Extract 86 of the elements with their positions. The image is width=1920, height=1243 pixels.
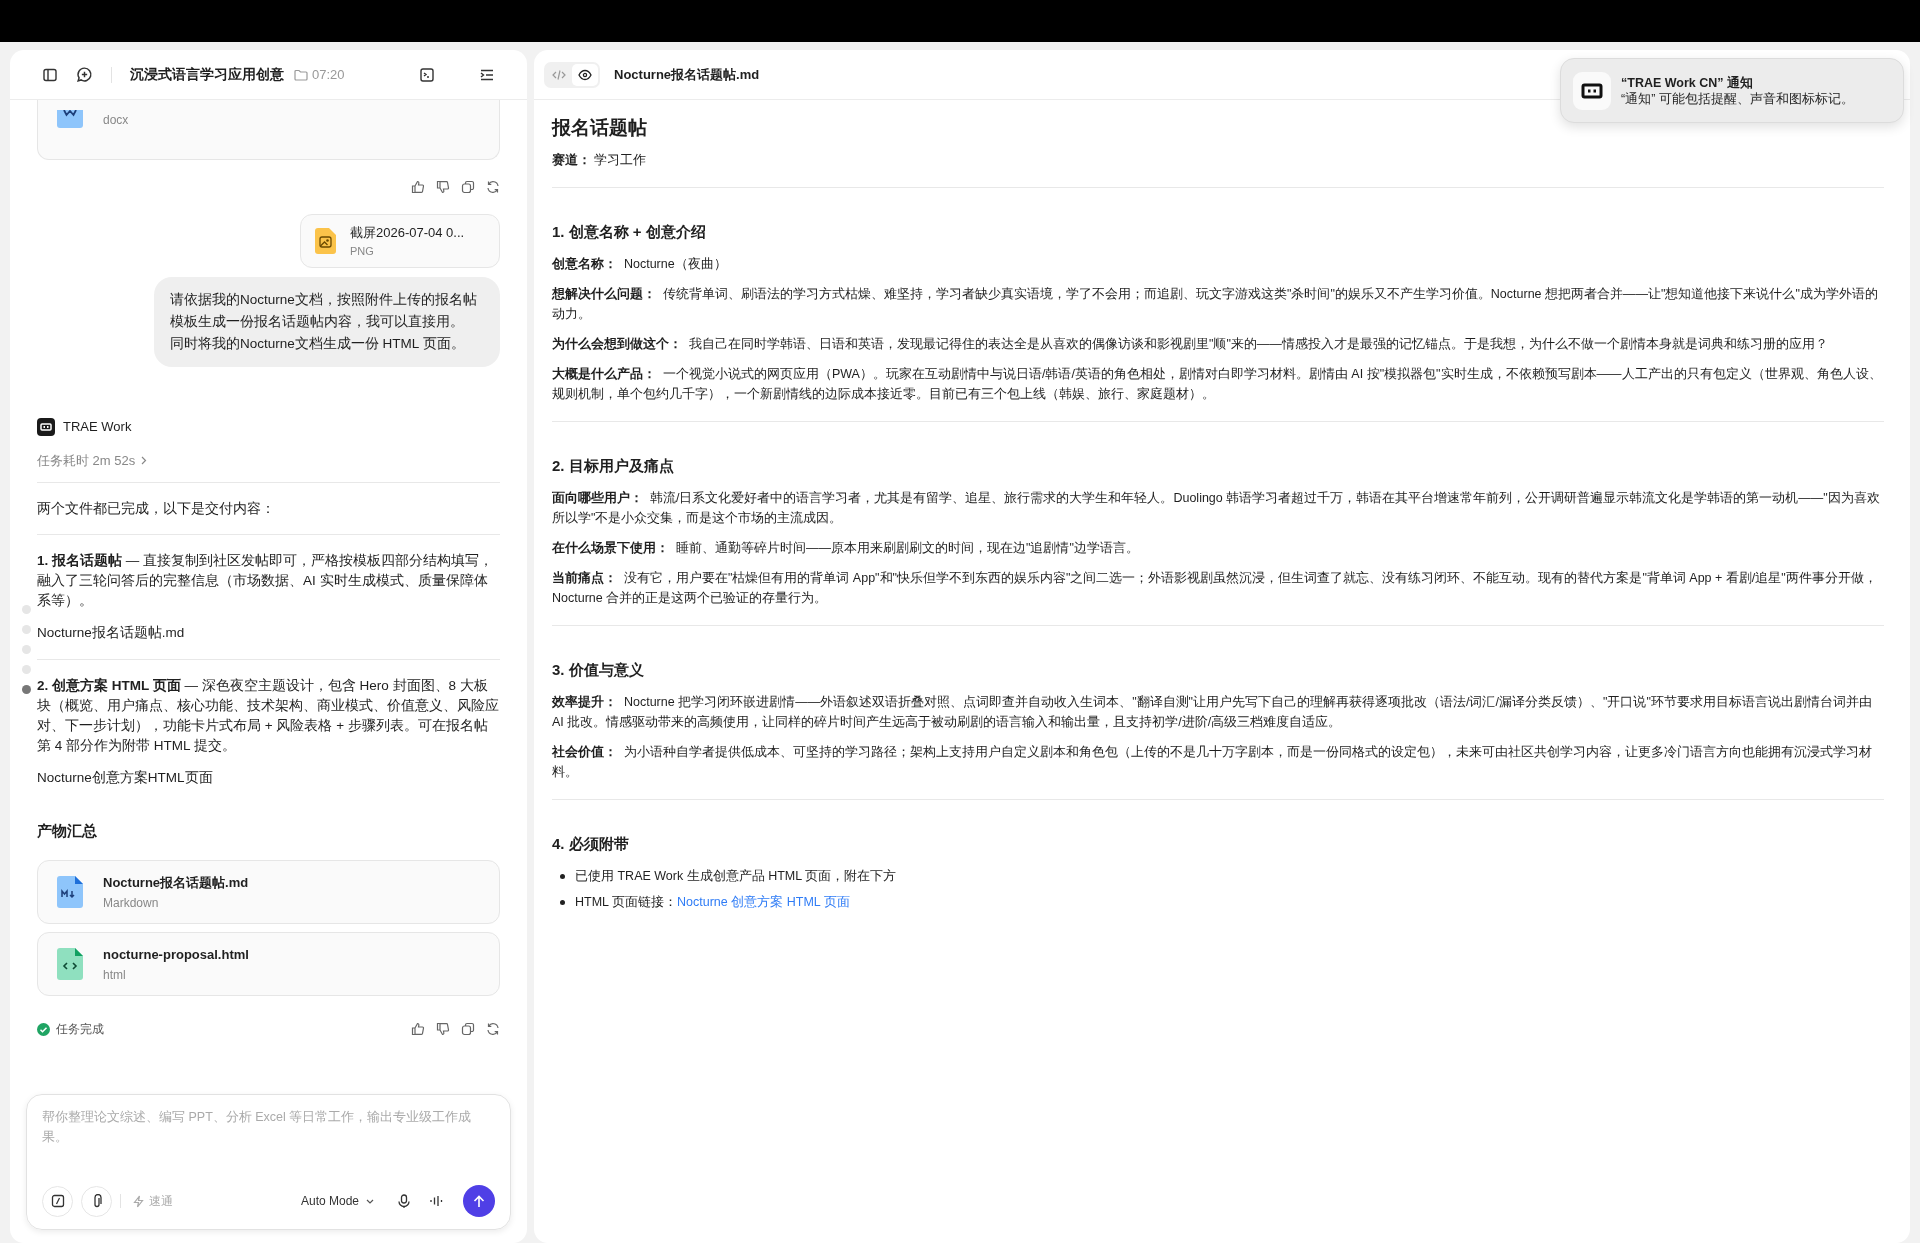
send-button[interactable] (463, 1185, 495, 1217)
new-chat-icon[interactable] (76, 66, 93, 83)
document-paragraph: 效率提升： Nocturne 把学习闭环嵌进剧情——外语叙述双语折叠对照、点词即查并自动收入生词本、"翻译自测"让用户先写下自己的理解再获得逐项批改（语法/词汇/漏译分类反馈）、"开口说"环节要求用目标语言说出剧情台词并由 AI 批改。情感驱动带来的高频使用，让同样的碎片时间产生远高于被动刷剧的语言输入和输出量，且支持初学/进阶/高级三档难度自适应。 (552, 694, 1873, 731)
bullet-icon (560, 873, 565, 879)
arrow-up-icon (473, 1194, 485, 1208)
deliverable-description: 2. 创意方案 HTML 页面 — 深色夜空主题设计，包含 Hero 封面图、8 大板块（概览、用户痛点、核心功能、技术架构、商业模式、价值意义、风险应对、下一步计划），功能卡片式布局 + 风险表格 + 步骤列表。可在报名帖第 4 部分作为附带 HTML 提交。 (37, 676, 500, 755)
document-filename: Nocturne报名话题帖.md (614, 65, 760, 84)
section-heading: 3. 价值与意义 (552, 660, 645, 680)
microphone-icon[interactable] (398, 1193, 410, 1209)
timeline-marker[interactable] (22, 625, 31, 634)
notification-title: “TRAE Work CN” 通知 (1621, 74, 1755, 91)
sidebar-icon[interactable] (42, 66, 58, 83)
attachment-card[interactable]: docx (37, 100, 500, 160)
user-message: 请依据我的Nocturne文档，按照附件上传的报名帖模板生成一份报名话题帖内容，我可以直接用。 (170, 291, 478, 331)
section-heading: 2. 目标用户及痛点 (552, 456, 675, 476)
list-item: 已使用 TRAE Work 生成创意产品 HTML 页面，附在下方 (575, 868, 897, 885)
code-file-icon (57, 948, 83, 981)
timeline-marker[interactable] (22, 665, 31, 674)
message-composer[interactable]: 帮你整理论文综述、编写 PPT、分析 Excel 等日常工作，输出专业级工作成果。 速通 Auto Mode (26, 1094, 511, 1230)
check-circle-icon (37, 1022, 50, 1036)
app-logo-icon (1573, 71, 1611, 110)
timeline-marker[interactable] (22, 605, 31, 614)
timeline-marker[interactable] (22, 685, 31, 694)
notification-banner[interactable]: “TRAE Work CN” 通知 “通知” 可能包括提醒、声音和图标标记。 (1560, 58, 1904, 123)
file-type: Markdown (103, 895, 160, 912)
slash-command-icon (50, 1194, 65, 1208)
file-type: PNG (350, 243, 375, 259)
caret-icon (366, 1198, 374, 1204)
mode-dropdown[interactable]: Auto Mode (300, 1192, 374, 1210)
folder-icon (294, 68, 308, 81)
document-paragraph: 大概是什么产品： 一个视觉小说式的网页应用（PWA）。玩家在互动剧情中与说日语/韩语/英语的角色相处，剧情对白即学习材料。剧情由 AI 按"模拟器包"实时生成，不依赖预写剧本——人工产出的只有包定义（世界观、角色人设、规则机制，单个包约几千字），一个新剧情线的边际成本接近零。目前已有三个包上线（韩娱、旅行、家庭题材）。 (552, 366, 1883, 403)
document-paragraph: 为什么会想到做这个： 我自己在同时学韩语、日语和英语，发现最记得住的表达全是从喜欢的偶像访谈和影视剧里"顺"来的——情感投入才是最强的记忆锚点。于是我想，为什么不做一个剧情本身就是词典和练习册的应用？ (552, 336, 1829, 353)
deliverable-file: Nocturne创意方案HTML页面 (37, 768, 214, 787)
page-link[interactable]: Nocturne 创意方案 HTML 页面 (677, 892, 850, 912)
code-icon (552, 68, 566, 81)
thumbs-up-icon[interactable] (411, 1022, 425, 1037)
document-paragraph: 在什么场景下使用： 睡前、通勤等碎片时间——原本用来刷剧刷文的时间，现在边"追剧情"边学语言。 (552, 540, 1140, 557)
summary-heading: 产物汇总 (37, 820, 98, 841)
deliverable-file: Nocturne报名话题帖.md (37, 624, 186, 643)
thumbs-down-icon[interactable] (436, 1022, 450, 1037)
voice-wave-icon[interactable] (430, 1195, 443, 1207)
lightning-icon (133, 1194, 144, 1208)
thumbs-down-icon[interactable] (436, 180, 450, 194)
deliverable-description: 1. 报名话题帖 — 直接复制到社区发帖即可，严格按模板四部分结构填写，融入了三轮问答后的完整信息（市场数据、AI 实时生成模式、质量保障体系等）。 (37, 552, 495, 611)
refresh-icon[interactable] (486, 180, 500, 194)
copy-icon[interactable] (461, 1022, 475, 1037)
file-type: docx (103, 112, 129, 129)
message-input[interactable]: 帮你整理论文综述、编写 PPT、分析 Excel 等日常工作，输出专业级工作成果。 (42, 1107, 495, 1185)
document-paragraph: 赛道： 学习工作 (552, 152, 648, 169)
file-type: html (103, 967, 127, 984)
refresh-icon[interactable] (486, 1022, 500, 1037)
terminal-icon[interactable] (419, 66, 435, 83)
file-card[interactable]: nocturne-proposal.html html (37, 932, 500, 997)
markdown-file-icon (57, 876, 83, 909)
document-paragraph: 社会价值： 为小语种自学者提供低成本、可坚持的学习路径；架构上支持用户自定义剧本和角色包（上传的不是几十万字剧本，而是一份同格式的设定包），未来可由社区共创学习内容，让更多冷门语言方向也能拥有沉浸式学习材料。 (552, 744, 1873, 781)
image-file-icon (315, 228, 336, 254)
file-name: Nocturne报名话题帖.md (103, 873, 249, 892)
agent-name: TRAE Work (63, 418, 132, 436)
file-name: 截屏2026-07-04 0... (350, 224, 465, 242)
document-title: 报名话题帖 (552, 118, 648, 138)
section-heading: 4. 必须附带 (552, 834, 630, 854)
chat-title: 沉浸式语言学习应用创意 (130, 65, 284, 84)
document-paragraph: 创意名称： Nocturne（夜曲） (552, 256, 728, 273)
document-paragraph: 当前痛点： 没有它，用户要在"枯燥但有用的背单词 App"和"快乐但学不到东西的娱乐内容"之间二选一；外语影视剧虽然沉浸，但生词查了就忘、没有练习闭环、不能互动。现有的替代方案是"背单词 App + 看剧/追星"两件事分开做，Nocturne 合并的正是这两个已验证的存量行为。 (552, 570, 1878, 607)
file-card[interactable]: Nocturne报名话题帖.md Markdown (37, 860, 500, 925)
word-file-icon (57, 110, 83, 128)
section-heading: 1. 创意名称 + 创意介绍 (552, 222, 707, 242)
task-status: 任务完成 (56, 1021, 104, 1039)
document-paragraph: 想解决什么问题： 传统背单词、刷语法的学习方式枯燥、难坚持，学习者缺少真实语境，学了不会用；而追剧、玩文字游戏这类"杀时间"的娱乐又不产生学习价值。Nocturne 想把两者合并——让"想知道他接下来说什么"成为学外语的动力。 (552, 286, 1879, 323)
duration-toggle[interactable]: 任务耗时 2m 52s (37, 450, 148, 470)
copy-icon[interactable] (461, 180, 475, 194)
user-message: 同时将我的Nocturne文档生成一份 HTML 页面。 (170, 335, 466, 353)
thumbs-up-icon[interactable] (411, 180, 425, 194)
response-text: 两个文件都已完成，以下是交付内容： (37, 500, 276, 518)
notification-body: “通知” 可能包括提醒、声音和图标标记。 (1621, 90, 1854, 107)
chat-time: 07:20 (312, 65, 345, 84)
bullet-icon (560, 899, 565, 905)
timeline-marker[interactable] (22, 645, 31, 654)
app-logo-icon (37, 417, 55, 436)
attachment-card[interactable]: 截屏2026-07-04 0... PNG (300, 214, 500, 268)
file-name: nocturne-proposal.html (103, 945, 249, 964)
eye-icon (578, 68, 592, 81)
view-tab[interactable] (572, 63, 598, 86)
chevron-right-icon (141, 455, 148, 465)
list-item: HTML 页面链接： (575, 894, 678, 911)
document-paragraph: 面向哪些用户： 韩流/日系文化爱好者中的语言学习者，尤其是有留学、追星、旅行需求的大学生和年轻人。Duolingo 韩语学习者超过千万，韩语在其平台增速常年前列，公开调研普遍显示韩流文化是学韩语的第一动机——"因为喜欢所以学"不是小众交集，而是这个市场的主流成因。 (552, 490, 1881, 527)
